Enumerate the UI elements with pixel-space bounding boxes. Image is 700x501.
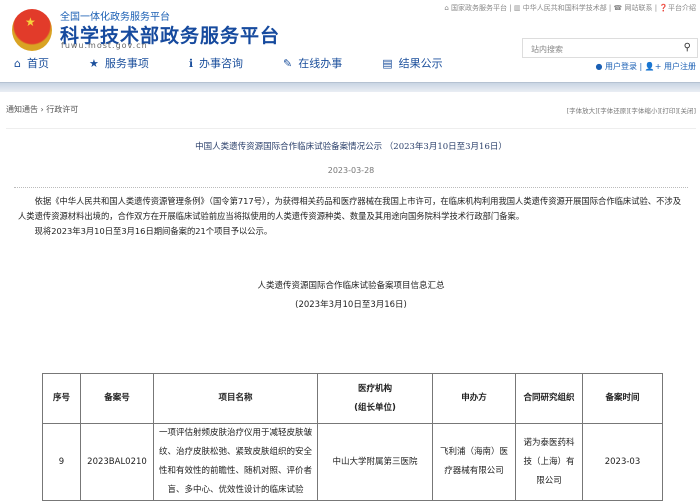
nav-home[interactable]: ⌂ 首页: [14, 55, 49, 75]
table-period: (2023年3月10日至3月16日): [295, 300, 407, 310]
top-link[interactable]: 网站联系: [624, 4, 652, 12]
cell: 9: [42, 423, 81, 501]
book-icon: ▤: [382, 57, 393, 70]
col-header: 项目名称: [153, 373, 318, 424]
header-divider: [0, 82, 700, 92]
user-links: ● 用户登录 | 👤+ 用户注册: [595, 62, 696, 71]
cell: 诺为泰医药科技（上海）有限公司: [515, 423, 583, 501]
article-paragraph: 现将2023年3月10日至3月16日期间备案的21个项目予以公示。: [34, 226, 273, 236]
top-links: ⌂ 国家政务服务平台 | ▥ 中华人民共和国科学技术部 | ☎ 网站联系 | ❓…: [444, 4, 696, 12]
breadcrumb-item[interactable]: 行政许可: [46, 105, 78, 114]
national-emblem-logo: ★: [12, 9, 52, 51]
col-header: 合同研究组织: [515, 373, 583, 424]
site-header: ★ 全国一体化政务服务平台 科学技术部政务服务平台 fuwu.most.gov.…: [0, 0, 700, 82]
star-icon: ★: [88, 57, 99, 70]
breadcrumb-item[interactable]: 通知通告: [6, 105, 38, 114]
col-header: 备案号: [80, 373, 154, 424]
font-print-tools[interactable]: [字体放大][字体还原][字体缩小][打印][关闭]: [567, 105, 696, 115]
site-url: fuwu.most.gov.cn: [61, 41, 148, 50]
top-link[interactable]: 国家政务服务平台: [451, 4, 507, 12]
main-nav: ⌂ 首页 ★ 服务事项 ℹ 办事咨询 ✎ 在线办事 ▤ 结果公示: [0, 55, 469, 75]
top-link[interactable]: 中华人民共和国科学技术部: [523, 4, 607, 12]
article-date: 2023-03-28: [327, 166, 375, 175]
home-icon: ⌂: [14, 57, 21, 70]
add-user-icon: 👤+: [644, 62, 664, 71]
building-icon: ▥: [513, 4, 523, 12]
register-link[interactable]: 用户注册: [664, 62, 696, 71]
user-icon: ●: [595, 62, 605, 71]
divider: [14, 187, 688, 188]
nav-services[interactable]: ★ 服务事项: [89, 55, 149, 75]
pencil-icon: ✎: [283, 57, 293, 70]
nav-consult[interactable]: ℹ 办事咨询: [189, 55, 243, 75]
table-header-row: 序号 备案号 项目名称 医疗机构 (组长单位) 申办方 合同研究组织 备案时间: [42, 373, 663, 424]
question-icon: ❓: [659, 4, 668, 12]
table-row: 9 2023BAL0210 一项评估射频皮肤治疗仪用于减轻皮肤皱纹、治疗皮肤松弛…: [42, 423, 663, 501]
login-link[interactable]: 用户登录: [605, 62, 637, 71]
table-title: 人类遗传资源国际合作临床试验备案项目信息汇总: [257, 281, 445, 291]
filing-table: 序号 备案号 项目名称 医疗机构 (组长单位) 申办方 合同研究组织 备案时间 …: [42, 373, 663, 501]
top-link[interactable]: 平台介绍: [668, 4, 696, 12]
cell: 2023-03: [582, 423, 663, 501]
cell: 2023BAL0210: [80, 423, 154, 501]
cell: 中山大学附属第三医院: [317, 423, 433, 501]
article-paragraph: 依据《中华人民共和国人类遗传资源管理条例》（国令第717号），为获得相关药品和医…: [18, 196, 681, 221]
breadcrumb: 通知通告 › 行政许可: [6, 105, 79, 114]
col-header: 备案时间: [582, 373, 663, 424]
phone-icon: ☎: [613, 4, 625, 12]
nav-results[interactable]: ▤ 结果公示: [382, 55, 442, 75]
article: 中国人类遗传资源国际合作临床试验备案情况公示 （2023年3月10日至3月16日…: [6, 128, 696, 501]
article-title: 中国人类遗传资源国际合作临床试验备案情况公示 （2023年3月10日至3月16日…: [195, 142, 507, 152]
col-header: 医疗机构 (组长单位): [317, 373, 433, 424]
col-header: 申办方: [432, 373, 516, 424]
col-header: 序号: [42, 373, 81, 424]
cell: 飞利浦（海南）医疗器械有限公司: [432, 423, 516, 501]
nav-online[interactable]: ✎ 在线办事: [283, 55, 342, 75]
search-icon[interactable]: ⚲: [684, 42, 691, 53]
search-input[interactable]: 站内搜索 ⚲: [522, 38, 698, 58]
info-icon: ℹ: [188, 57, 194, 70]
cell: 一项评估射频皮肤治疗仪用于减轻皮肤皱纹、治疗皮肤松弛、紧致皮肤组织的安全性和有效…: [153, 423, 318, 501]
